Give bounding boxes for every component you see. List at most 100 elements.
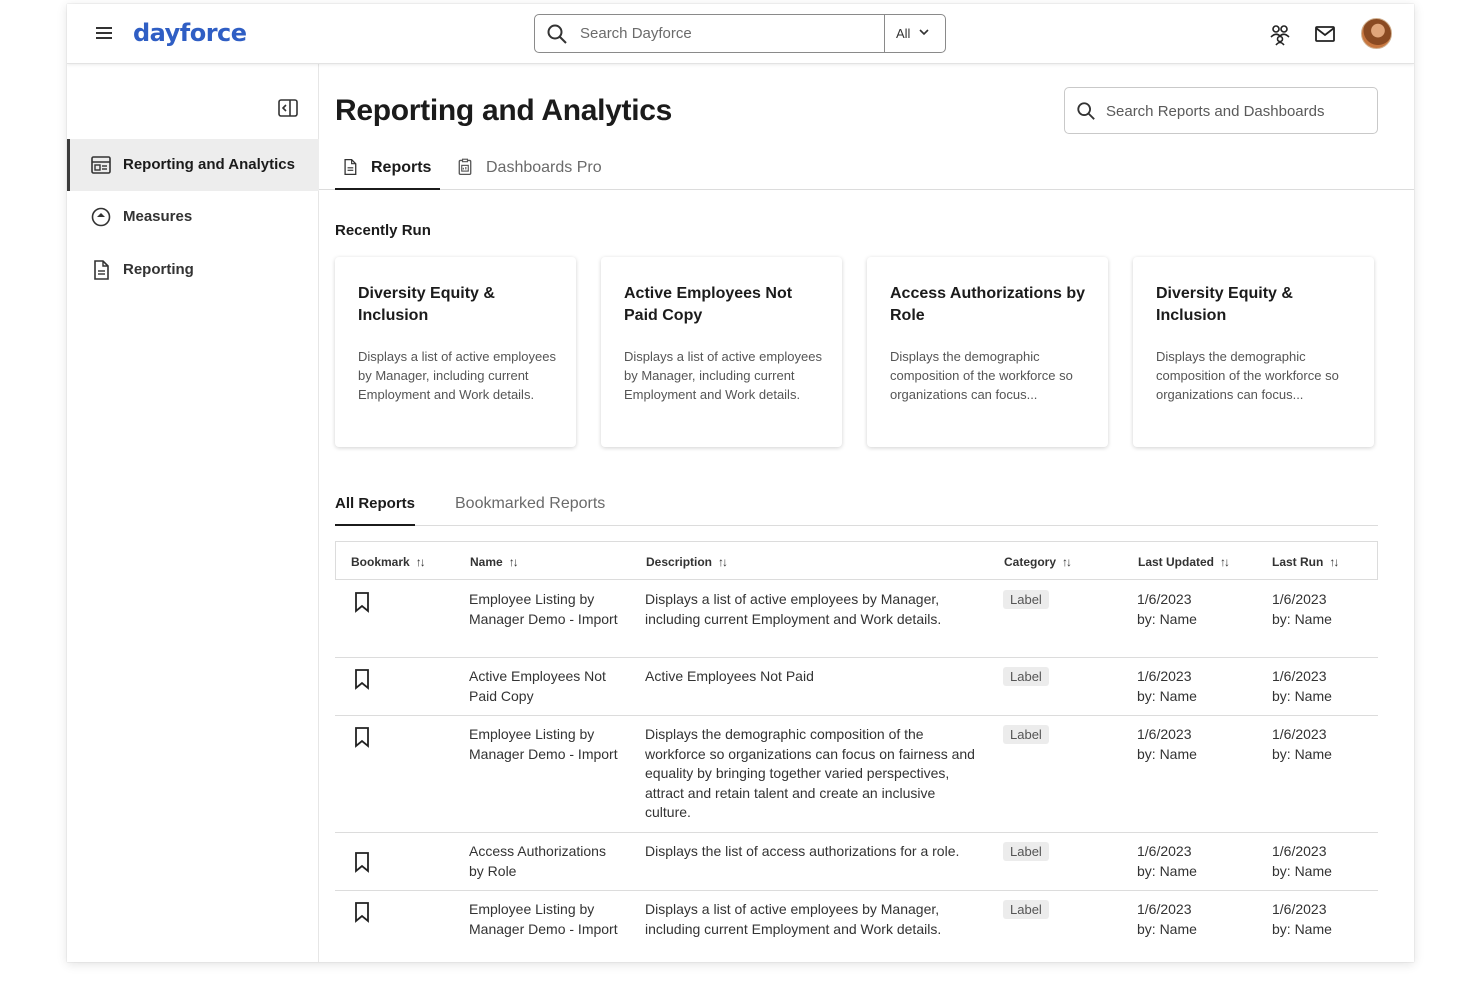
table-row[interactable]: Access Authorizations by Role Displays t… [335,833,1378,891]
column-header-description[interactable]: Description ↑↓ [646,555,728,569]
bookmark-icon[interactable] [353,851,371,873]
last-run-by: by: Name [1272,611,1332,627]
search-scope-label: All [896,26,911,41]
tab-all-reports[interactable]: All Reports [335,495,416,526]
bookmark-icon[interactable] [353,901,371,923]
report-description: Displays a list of active employees by M… [645,591,942,627]
search-icon [547,24,567,44]
search-scope-dropdown[interactable]: All [884,15,945,52]
category-badge: Label [1003,900,1049,919]
measures-icon [91,207,111,227]
user-avatar[interactable] [1361,18,1392,49]
last-updated-by: by: Name [1137,688,1197,704]
column-header-last-updated[interactable]: Last Updated ↑↓ [1138,555,1230,569]
page-title: Reporting and Analytics [335,94,673,127]
last-updated-date: 1/6/2023 [1137,668,1192,684]
card-title: Diversity Equity & Inclusion [358,285,495,324]
sidebar-item-label: Reporting [123,261,194,278]
top-bar: dayforce Search Dayforce All [67,4,1414,64]
last-updated-by: by: Name [1137,611,1197,627]
column-header-category[interactable]: Category ↑↓ [1004,555,1072,569]
last-updated-date: 1/6/2023 [1137,843,1192,859]
last-updated-date: 1/6/2023 [1137,591,1192,607]
sort-icon[interactable]: ↑↓ [509,555,519,569]
table-header: Bookmark ↑↓ Name ↑↓ Description ↑↓ Category… [335,541,1378,580]
mail-icon[interactable] [1313,22,1337,46]
last-run-by: by: Name [1272,688,1332,704]
last-updated-date: 1/6/2023 [1137,901,1192,917]
bookmark-icon[interactable] [353,591,371,613]
global-search-box[interactable]: Search Dayforce All [534,14,946,53]
report-description: Displays the demographic composition of … [645,726,975,820]
sidebar-item-reporting[interactable]: Reporting [67,244,319,296]
last-run-date: 1/6/2023 [1272,901,1327,917]
document-icon [344,158,357,176]
main-content: Reporting and Analytics Search Reports a… [319,64,1414,962]
sort-icon[interactable]: ↑↓ [718,555,728,569]
recent-report-card[interactable]: Diversity Equity & Inclusion Displays a … [335,257,576,447]
reports-search-box[interactable]: Search Reports and Dashboards [1064,87,1378,134]
report-name[interactable]: Access Authorizations by Role [469,842,619,881]
collapse-sidebar-icon[interactable] [277,97,299,119]
global-search-input[interactable]: Search Dayforce [580,25,692,42]
sort-icon[interactable]: ↑↓ [416,555,426,569]
table-row[interactable]: Employee Listing by Manager Demo - Impor… [335,580,1378,658]
last-run-by: by: Name [1272,746,1332,762]
last-updated-by: by: Name [1137,863,1197,879]
last-run-by: by: Name [1272,921,1332,937]
card-description: Displays a list of active employees by M… [624,349,822,402]
document-icon [94,260,109,280]
sort-icon[interactable]: ↑↓ [1220,555,1230,569]
main-tabs: Reports Dashboards Pro [319,149,1414,190]
column-header-last-run[interactable]: Last Run ↑↓ [1272,555,1339,569]
people-icon[interactable] [1268,22,1292,46]
report-name[interactable]: Employee Listing by Manager Demo - Impor… [469,900,619,939]
tab-bookmarked-reports[interactable]: Bookmarked Reports [455,495,605,526]
card-title: Diversity Equity & Inclusion [1156,285,1293,324]
last-run-date: 1/6/2023 [1272,726,1327,742]
sidebar-item-measures[interactable]: Measures [67,191,319,243]
tab-label: Dashboards Pro [486,159,602,176]
sort-icon[interactable]: ↑↓ [1329,555,1339,569]
tab-dashboards-pro[interactable]: Dashboards Pro [450,149,610,190]
card-description: Displays the demographic composition of … [890,349,1073,402]
bookmark-icon[interactable] [353,726,371,748]
table-row[interactable]: Employee Listing by Manager Demo - Impor… [335,716,1378,833]
last-updated-by: by: Name [1137,746,1197,762]
card-description: Displays a list of active employees by M… [358,349,556,402]
recent-report-card[interactable]: Diversity Equity & Inclusion Displays th… [1133,257,1374,447]
tab-label: Reports [371,159,432,176]
tab-reports[interactable]: Reports [335,149,440,190]
sidebar-item-reporting-and-analytics[interactable]: Reporting and Analytics [67,139,319,191]
report-description: Displays a list of active employees by M… [645,901,942,937]
sort-icon[interactable]: ↑↓ [1062,555,1072,569]
report-name[interactable]: Employee Listing by Manager Demo - Impor… [469,590,619,629]
recent-report-card[interactable]: Active Employees Not Paid Copy Displays … [601,257,842,447]
table-row[interactable]: Active Employees Not Paid Copy Active Em… [335,658,1378,716]
search-icon [1077,102,1095,120]
column-header-bookmark[interactable]: Bookmark ↑↓ [351,555,426,569]
report-name[interactable]: Employee Listing by Manager Demo - Impor… [469,725,619,764]
report-filter-tabs: All Reports Bookmarked Reports [335,489,1378,526]
clipboard-chart-icon [458,158,472,176]
last-run-date: 1/6/2023 [1272,668,1327,684]
last-run-date: 1/6/2023 [1272,843,1327,859]
app-window: dayforce Search Dayforce All Reporting a… [67,4,1414,962]
table-row[interactable]: Employee Listing by Manager Demo - Impor… [335,891,1378,962]
report-name[interactable]: Active Employees Not Paid Copy [469,667,619,706]
card-title: Access Authorizations by Role [890,285,1086,324]
dayforce-logo[interactable]: dayforce [133,19,247,47]
category-badge: Label [1003,590,1049,609]
category-badge: Label [1003,842,1049,861]
last-updated-date: 1/6/2023 [1137,726,1192,742]
column-header-name[interactable]: Name ↑↓ [470,555,519,569]
report-description: Displays the list of access authorizatio… [645,843,960,859]
bookmark-icon[interactable] [353,668,371,690]
recently-run-heading: Recently Run [335,222,431,239]
category-badge: Label [1003,725,1049,744]
last-run-by: by: Name [1272,863,1332,879]
reports-search-input[interactable]: Search Reports and Dashboards [1106,103,1324,120]
report-description: Active Employees Not Paid [645,668,814,684]
hamburger-menu-icon[interactable] [93,22,115,44]
recent-report-card[interactable]: Access Authorizations by Role Displays t… [867,257,1108,447]
